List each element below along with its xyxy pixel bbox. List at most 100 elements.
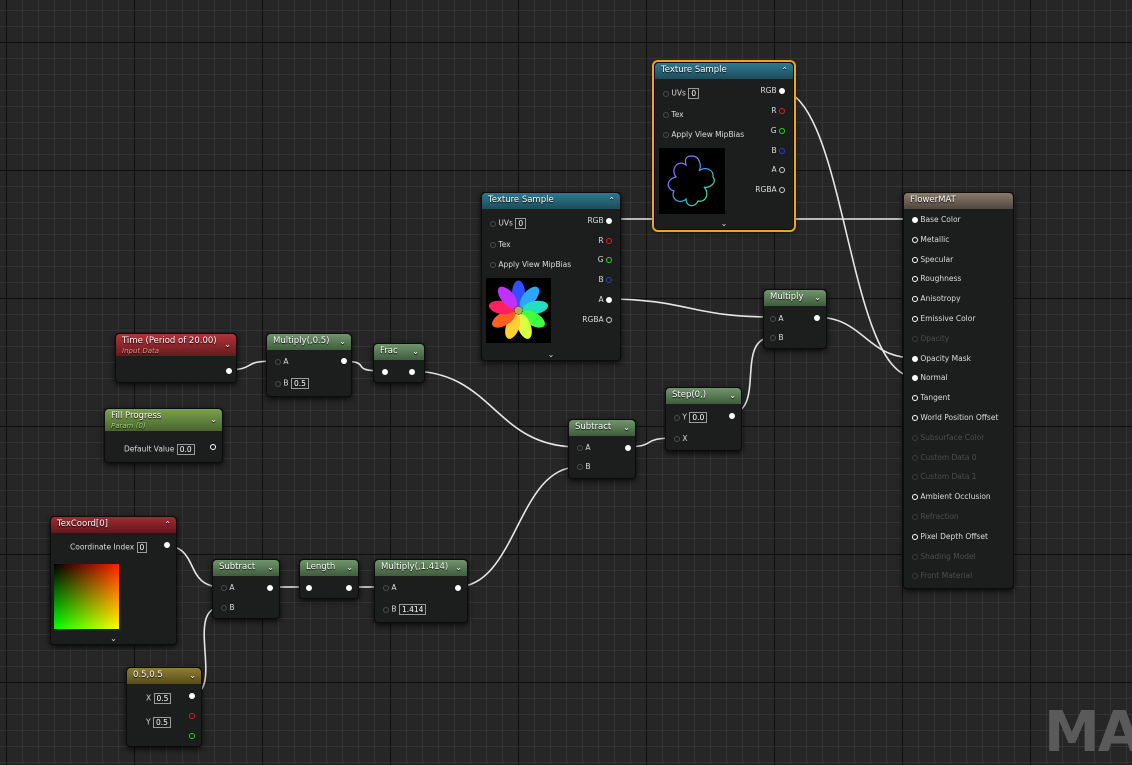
a-output-pin[interactable]: A (771, 165, 785, 175)
a-input-pin[interactable]: A (275, 357, 289, 367)
node-header[interactable]: 0.5,0.5 ⌄ (127, 668, 201, 684)
collapse-icon[interactable]: ⌄ (210, 412, 217, 427)
expand-icon[interactable]: ⌄ (482, 350, 620, 359)
step-node[interactable]: Step(0,) ⌄ Y 0.0 X (665, 387, 742, 451)
b-input-pin[interactable]: B (770, 333, 784, 343)
material-input-pin[interactable]: Tangent (912, 393, 950, 403)
multiply-half-node[interactable]: Multiply(,0.5) ⌄ A B 0.5 (266, 333, 352, 397)
pin-dot[interactable] (912, 494, 918, 501)
node-header[interactable]: TexCoord[0] ⌃ (51, 517, 176, 533)
coordinate-index-value[interactable]: 0 (136, 542, 148, 553)
a-input-pin[interactable]: A (221, 583, 235, 593)
rgb-output-pin[interactable]: RGB (760, 86, 785, 96)
collapse-icon[interactable]: ⌃ (608, 193, 615, 208)
b-input-pin[interactable]: B (221, 603, 235, 613)
output-pin[interactable] (346, 583, 352, 593)
collapse-icon[interactable]: ⌄ (224, 337, 231, 352)
g-output-pin[interactable]: G (771, 126, 785, 136)
uvs-value[interactable]: 0 (515, 218, 527, 229)
pin-dot[interactable] (912, 296, 918, 303)
expand-icon[interactable]: ⌄ (655, 219, 793, 228)
material-input-pin[interactable]: Specular (912, 255, 953, 265)
output-pin[interactable] (341, 356, 347, 366)
multiply-sqrt2-node[interactable]: Multiply(,1.414) ⌄ A B 1.414 (374, 559, 468, 623)
rg-output-pin[interactable] (189, 691, 195, 701)
collapse-icon[interactable]: ⌄ (346, 560, 353, 575)
node-header[interactable]: Subtract ⌄ (569, 420, 635, 436)
node-wire[interactable] (409, 370, 579, 448)
g-output-pin[interactable]: G (598, 255, 612, 265)
a-input-pin[interactable]: A (383, 583, 397, 593)
texcoord-output-pin[interactable] (164, 540, 170, 550)
pin-dot[interactable] (912, 256, 918, 263)
tex-input-pin[interactable]: Tex (490, 240, 511, 250)
output-pin[interactable] (625, 443, 631, 453)
collapse-icon[interactable]: ⌄ (455, 560, 462, 575)
constant2vector-node[interactable]: 0.5,0.5 ⌄ X 0.5 Y 0.5 (126, 667, 202, 747)
pin-dot[interactable] (912, 276, 918, 283)
subtract-node-2[interactable]: Subtract ⌄ A B (212, 559, 280, 619)
rgba-output-pin[interactable]: RGBA (755, 185, 785, 195)
b-input-pin[interactable]: B 1.414 (383, 604, 427, 615)
y-value[interactable]: 0.5 (152, 717, 171, 728)
uvs-input-pin[interactable]: UVs 0 (663, 88, 700, 99)
node-header[interactable]: Fill Progress Param (0) ⌄ (105, 409, 222, 431)
material-input-pin[interactable]: Opacity Mask (912, 354, 971, 364)
subtract-node-1[interactable]: Subtract ⌄ A B (568, 419, 636, 479)
uvs-value[interactable]: 0 (688, 88, 700, 99)
output-pin[interactable] (409, 367, 415, 377)
r-output-pin[interactable]: R (771, 106, 785, 116)
material-input-pin[interactable]: Custom Data 0 (912, 453, 977, 463)
collapse-icon[interactable]: ⌄ (814, 290, 821, 305)
node-header[interactable]: Subtract ⌄ (213, 560, 279, 576)
pin-dot[interactable] (912, 474, 918, 481)
a-input-pin[interactable]: A (577, 443, 591, 453)
pin-dot[interactable] (912, 454, 918, 461)
collapse-icon[interactable]: ⌃ (781, 63, 788, 78)
material-input-pin[interactable]: Shading Model (912, 552, 976, 562)
r-output-pin[interactable] (189, 711, 195, 721)
pin-dot[interactable] (912, 316, 918, 322)
texture-sample-node-mid[interactable]: Texture Sample ⌃ UVs 0 Tex Apply View Mip… (481, 192, 621, 361)
node-header[interactable]: Step(0,) ⌄ (666, 388, 741, 404)
node-header[interactable]: Texture Sample ⌃ (482, 193, 620, 209)
pin-dot[interactable] (912, 533, 918, 540)
a-output-pin[interactable]: A (598, 295, 612, 305)
b-output-pin[interactable]: B (771, 146, 785, 156)
tex-input-pin[interactable]: Tex (663, 110, 684, 120)
y-input-pin[interactable]: Y 0.0 (674, 412, 708, 423)
output-pin[interactable] (814, 313, 820, 323)
material-input-pin[interactable]: Custom Data 1 (912, 472, 977, 482)
input-pin[interactable] (306, 583, 312, 593)
node-header[interactable]: Frac ⌄ (374, 344, 424, 360)
b-input-pin[interactable]: B 0.5 (275, 378, 309, 389)
material-input-pin[interactable]: Normal (912, 373, 948, 383)
b-input-pin[interactable]: B (577, 462, 591, 472)
material-input-pin[interactable]: Emissive Color (912, 314, 975, 324)
input-pin[interactable] (382, 367, 388, 377)
node-wire[interactable] (455, 466, 579, 588)
g-output-pin[interactable] (189, 731, 195, 741)
pin-dot[interactable] (912, 514, 918, 520)
pin-dot[interactable] (912, 434, 918, 441)
collapse-icon[interactable]: ⌄ (412, 344, 419, 359)
node-header[interactable]: Time (Period of 20.00) Input Data ⌄ (116, 334, 236, 356)
node-header[interactable]: Texture Sample ⌃ (655, 63, 793, 79)
collapse-icon[interactable]: ⌄ (189, 668, 196, 683)
pin-dot[interactable] (912, 236, 918, 243)
material-input-pin[interactable]: Roughness (912, 274, 961, 284)
default-value-field[interactable]: 0.0 (176, 444, 195, 455)
material-input-pin[interactable]: Metallic (912, 235, 949, 245)
output-pin[interactable] (267, 583, 273, 593)
material-input-pin[interactable]: World Position Offset (912, 413, 998, 423)
material-input-pin[interactable]: Ambient Occlusion (912, 492, 991, 502)
collapse-icon[interactable]: ⌄ (339, 334, 346, 349)
time-output-pin[interactable] (226, 366, 232, 376)
node-header[interactable]: Multiply(,1.414) ⌄ (375, 560, 467, 576)
pin-dot[interactable] (912, 415, 918, 421)
material-input-pin[interactable]: Opacity (912, 334, 949, 344)
expand-icon[interactable]: ⌄ (51, 634, 176, 643)
material-input-pin[interactable]: Anisotropy (912, 294, 961, 304)
rgb-output-pin[interactable]: RGB (587, 216, 612, 226)
uvs-input-pin[interactable]: UVs 0 (490, 218, 527, 229)
